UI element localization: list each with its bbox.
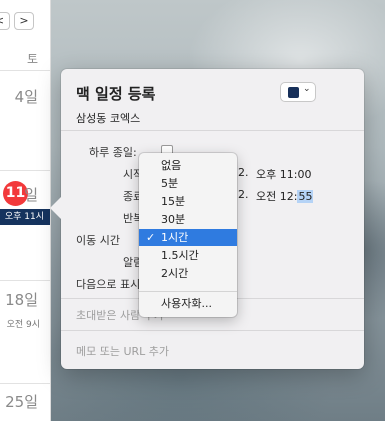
calendar-color-picker[interactable]: ⌄ [280,82,316,102]
start-time-field[interactable]: 오후 11:00 [256,166,311,182]
calendar-week-column: < > 토 4일 11 일 오후 11시 18일 오전 9시 25일 [0,0,51,421]
event-time-label[interactable]: 오전 9시 [7,317,40,330]
show-as-label: 다음으로 표시 [76,278,141,291]
calendar-event-chip[interactable]: 오후 11시 [0,209,50,225]
event-title[interactable]: 맥 일정 등록 [76,83,155,104]
menu-item-custom[interactable]: 사용자화... [139,295,237,312]
today-date-suffix: 일 [24,186,38,204]
next-week-button[interactable]: > [14,12,34,30]
calendar-color-swatch [288,87,299,98]
row-divider [0,70,50,71]
end-time-hour: 오전 12: [256,190,298,203]
weekday-label: 토 [26,52,38,66]
row-divider [0,383,50,384]
date-cell-18[interactable]: 18일 [5,289,38,310]
end-date-fragment[interactable]: 2. [238,188,249,201]
add-notes-url-field[interactable]: 메모 또는 URL 추가 [76,343,169,359]
previous-week-button[interactable]: < [0,12,10,30]
date-cell-25[interactable]: 25일 [5,391,38,412]
menu-divider [139,291,237,292]
menu-item-none[interactable]: 없음 [139,157,237,174]
divider [61,130,364,131]
row-divider [0,170,50,171]
end-time-minute-selected[interactable]: 55 [297,190,314,203]
chevron-down-icon: ⌄ [303,84,311,94]
row-divider [0,280,50,281]
menu-item-15min[interactable]: 15분 [139,193,237,210]
menu-item-5min[interactable]: 5분 [139,175,237,192]
menu-item-30min[interactable]: 30분 [139,211,237,228]
menu-item-1hour[interactable]: ✓ 1시간 [139,229,237,246]
checkmark-icon: ✓ [146,231,156,244]
date-cell-4[interactable]: 4일 [15,86,38,107]
all-day-label: 하루 종일: [89,146,137,159]
end-time-field[interactable]: 오전 12:55 [256,188,314,204]
travel-time-label: 이동 시간 [76,234,120,247]
travel-time-menu: 없음 5분 15분 30분 ✓ 1시간 1.5시간 2시간 사용자화... [139,153,237,317]
divider [61,330,364,331]
menu-item-1-5hour[interactable]: 1.5시간 [139,247,237,264]
menu-item-2hour[interactable]: 2시간 [139,265,237,282]
start-date-fragment[interactable]: 2. [238,166,249,179]
event-location[interactable]: 삼성동 코엑스 [76,110,140,126]
popover-arrow [50,197,61,219]
